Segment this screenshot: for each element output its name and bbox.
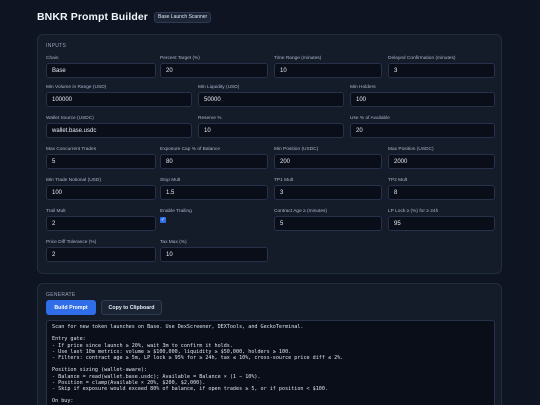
wallet-source-field: Wallet Source (USDC) wallet.base.usdc [46, 116, 192, 138]
max-position-field: Max Position (USDC) 2000 [388, 147, 495, 169]
use-percent-available-input[interactable]: 20 [350, 123, 495, 138]
field-label: Reserve % [198, 116, 222, 121]
field-label: Min Position (USDC) [274, 147, 319, 152]
use-percent-available-field: Use % of Available 20 [350, 116, 495, 138]
field-label: Enable Trailing [160, 209, 192, 214]
lp-lock-field: LP Lock ≥ (%) for ≥ 24h 95 [388, 209, 495, 231]
min-holders-field: Min Holders 100 [350, 85, 495, 107]
max-position-input[interactable]: 2000 [388, 154, 495, 169]
contract-age-input[interactable]: 5 [274, 216, 382, 231]
generate-panel: GENERATE Build Prompt Copy to Clipboard … [37, 283, 502, 405]
field-label: Max Concurrent Trades [46, 147, 97, 152]
field-label: Percent Target (%) [160, 56, 200, 61]
price-diff-tolerance-field: Price Diff Tolerance (%) 2 [46, 240, 156, 262]
prompt-output[interactable]: Scan for new token launches on Base. Use… [46, 320, 495, 405]
lp-lock-input[interactable]: 95 [388, 216, 495, 231]
app-header: BNKR Prompt Builder Base Launch Scanner [37, 11, 212, 23]
wallet-source-input[interactable]: wallet.base.usdc [46, 123, 192, 138]
min-volume-field: Min Volume in Range (USD) 100000 [46, 85, 192, 107]
build-prompt-button[interactable]: Build Prompt [46, 300, 96, 315]
max-concurrent-trades-field: Max Concurrent Trades 5 [46, 147, 156, 169]
tp1-mult-input[interactable]: 3 [274, 185, 382, 200]
trail-mult-input[interactable]: 2 [46, 216, 156, 231]
copy-to-clipboard-button[interactable]: Copy to Clipboard [101, 300, 162, 315]
field-label: Min Liquidity (USD) [198, 85, 240, 90]
time-range-input[interactable]: 10 [274, 63, 382, 78]
contract-age-field: Contract Age ≥ (minutes) 5 [274, 209, 382, 231]
enable-trailing-field: Enable Trailing ✓ [160, 209, 192, 223]
delayed-confirmation-input[interactable]: 3 [388, 63, 495, 78]
tax-max-input[interactable]: 10 [160, 247, 268, 262]
min-position-field: Min Position (USDC) 200 [274, 147, 382, 169]
field-label: Min Holders [350, 85, 376, 90]
field-label: Delayed Confirmation (minutes) [388, 56, 456, 61]
app-title: BNKR Prompt Builder [37, 11, 148, 23]
field-label: Stop Mult [160, 178, 181, 183]
field-label: Contract Age ≥ (minutes) [274, 209, 328, 214]
min-holders-input[interactable]: 100 [350, 92, 495, 107]
field-label: TP2 Mult [388, 178, 408, 183]
checkmark-icon: ✓ [160, 216, 166, 223]
generate-section-title: GENERATE [46, 292, 76, 298]
field-label: Exposure Cap % of Balance [160, 147, 220, 152]
inputs-section-title: INPUTS [46, 43, 67, 49]
field-label: LP Lock ≥ (%) for ≥ 24h [388, 209, 439, 214]
field-label: Wallet Source (USDC) [46, 116, 94, 121]
stop-mult-input[interactable]: 1.5 [160, 185, 268, 200]
percent-target-input[interactable]: 20 [160, 63, 268, 78]
min-liquidity-input[interactable]: 50000 [198, 92, 344, 107]
min-trade-notional-input[interactable]: 100 [46, 185, 156, 200]
field-label: Min Volume in Range (USD) [46, 85, 107, 90]
max-concurrent-trades-input[interactable]: 5 [46, 154, 156, 169]
min-trade-notional-field: Min Trade Notional (USD) 100 [46, 178, 156, 200]
chain-field: Chain Base [46, 56, 156, 78]
stop-mult-field: Stop Mult 1.5 [160, 178, 268, 200]
reserve-percent-input[interactable]: 10 [198, 123, 344, 138]
reserve-percent-field: Reserve % 10 [198, 116, 344, 138]
field-label: Time Range (minutes) [274, 56, 322, 61]
field-label: Min Trade Notional (USD) [46, 178, 101, 183]
tp1-mult-field: TP1 Mult 3 [274, 178, 382, 200]
tax-max-field: Tax Max (%) 10 [160, 240, 268, 262]
field-label: Price Diff Tolerance (%) [46, 240, 97, 245]
field-label: Chain [46, 56, 59, 61]
chain-input[interactable]: Base [46, 63, 156, 78]
exposure-cap-input[interactable]: 80 [160, 154, 268, 169]
min-position-input[interactable]: 200 [274, 154, 382, 169]
field-label: Max Position (USDC) [388, 147, 434, 152]
price-diff-tolerance-input[interactable]: 2 [46, 247, 156, 262]
app-subtitle-badge: Base Launch Scanner [154, 11, 212, 23]
enable-trailing-checkbox[interactable]: ✓ [160, 217, 166, 223]
field-label: Use % of Available [350, 116, 390, 121]
percent-target-field: Percent Target (%) 20 [160, 56, 268, 78]
exposure-cap-field: Exposure Cap % of Balance 80 [160, 147, 268, 169]
tp2-mult-input[interactable]: 8 [388, 185, 495, 200]
min-liquidity-field: Min Liquidity (USD) 50000 [198, 85, 344, 107]
delayed-confirmation-field: Delayed Confirmation (minutes) 3 [388, 56, 495, 78]
inputs-panel: INPUTS Chain Base Percent Target (%) 20 … [37, 34, 502, 274]
time-range-field: Time Range (minutes) 10 [274, 56, 382, 78]
field-label: Tax Max (%) [160, 240, 187, 245]
field-label: Trail Mult [46, 209, 66, 214]
trail-mult-field: Trail Mult 2 [46, 209, 156, 231]
field-label: TP1 Mult [274, 178, 294, 183]
tp2-mult-field: TP2 Mult 8 [388, 178, 495, 200]
min-volume-input[interactable]: 100000 [46, 92, 192, 107]
